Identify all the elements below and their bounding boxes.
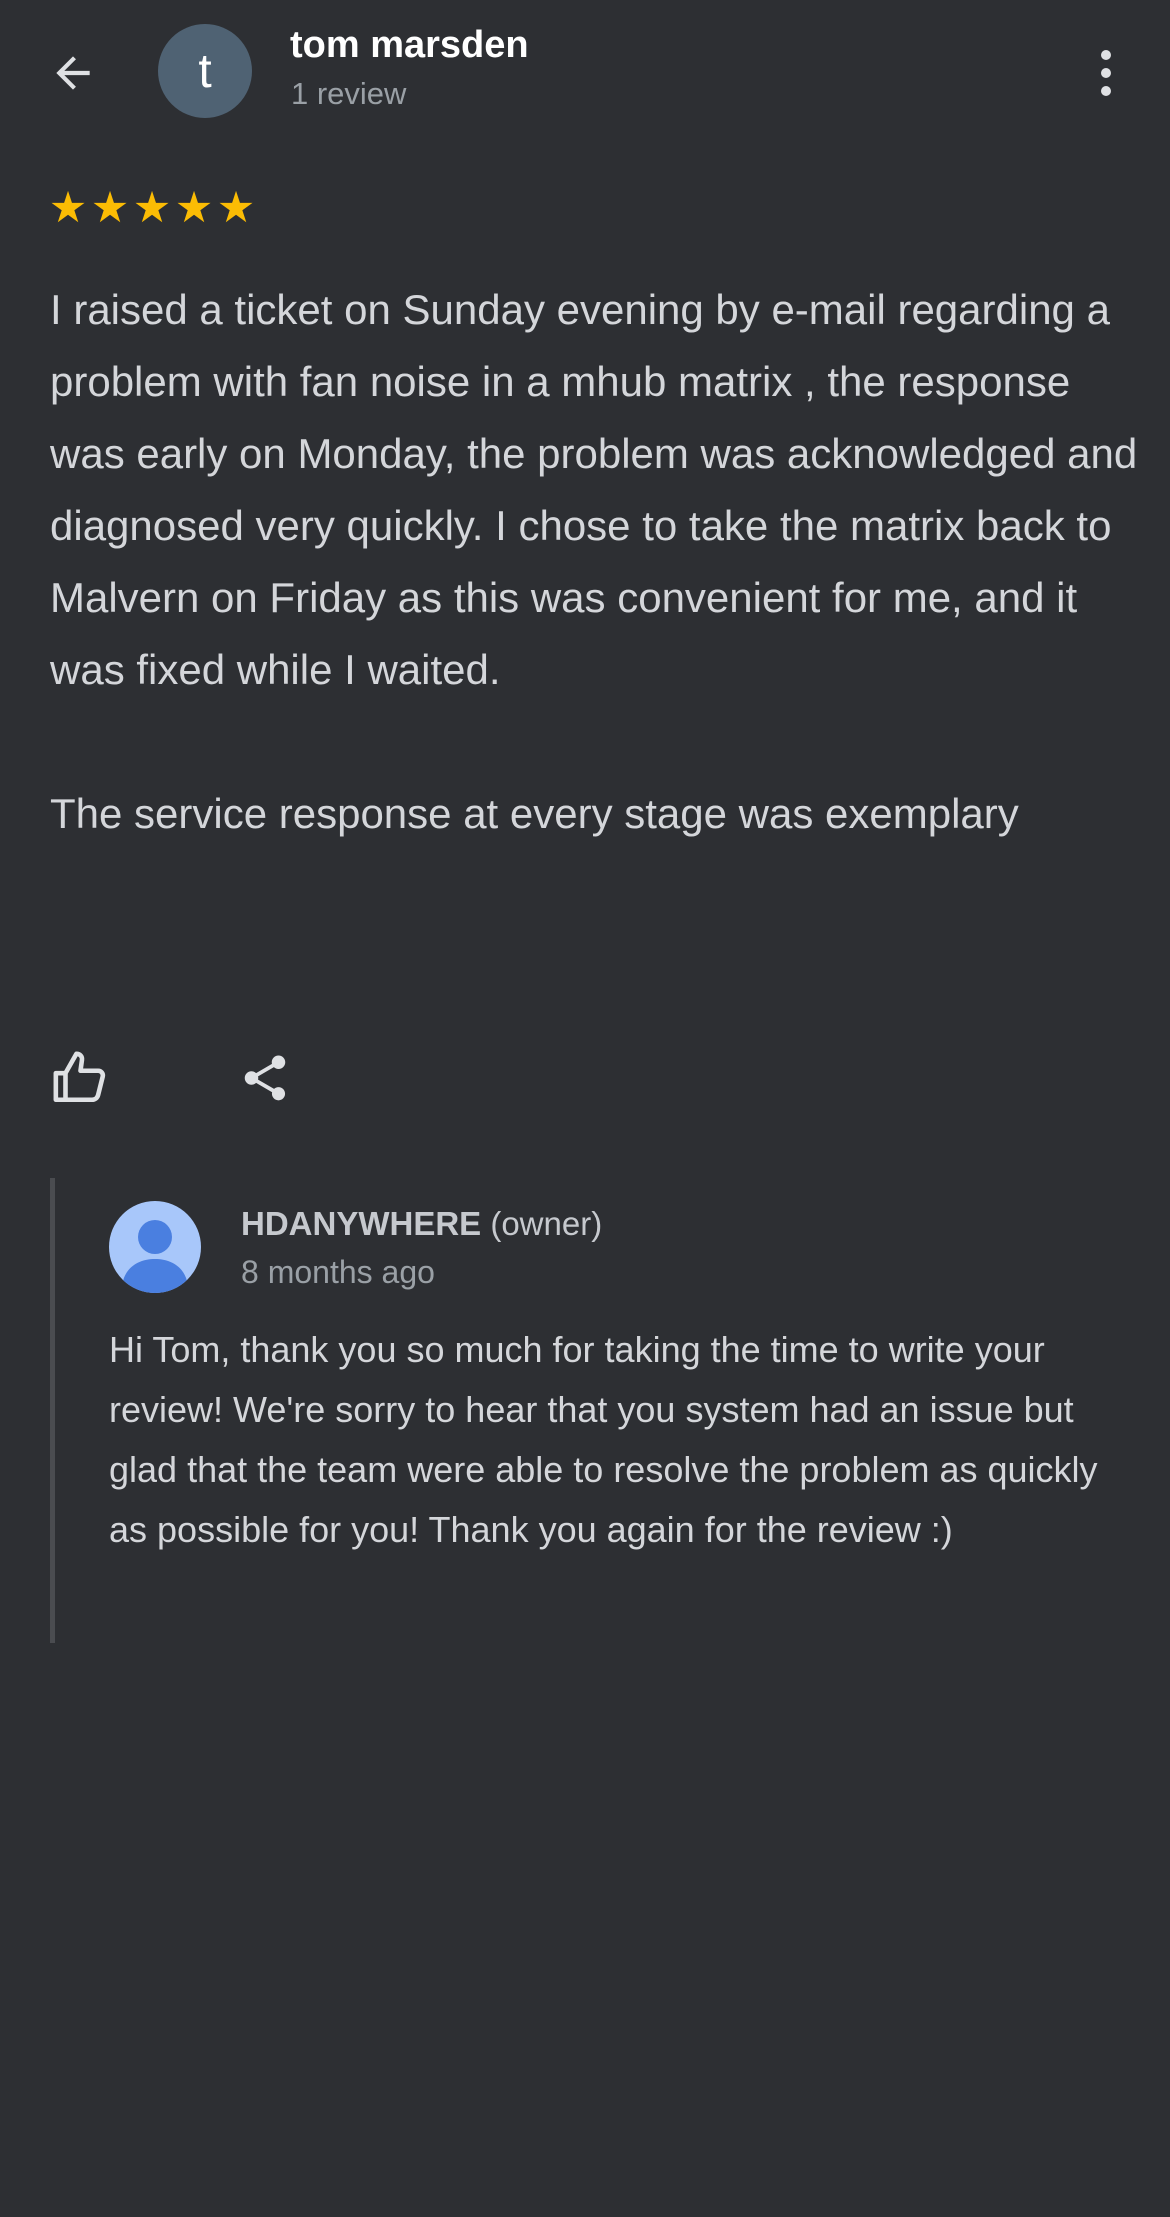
star-icon: ★ bbox=[216, 184, 256, 232]
reviewer-name[interactable]: tom marsden bbox=[290, 24, 529, 67]
owner-name-text: HDANYWHERE bbox=[241, 1205, 482, 1242]
review-header: t tom marsden 1 review bbox=[0, 0, 1170, 140]
thumb-up-icon bbox=[53, 1051, 106, 1103]
arrow-left-icon bbox=[56, 56, 90, 90]
review-actions bbox=[50, 1048, 295, 1108]
star-icon: ★ bbox=[132, 184, 172, 232]
owner-reply-text: Hi Tom, thank you so much for taking the… bbox=[109, 1329, 1098, 1550]
more-options-button[interactable] bbox=[1086, 38, 1126, 108]
owner-role: (owner) bbox=[490, 1205, 603, 1242]
star-icon: ★ bbox=[174, 184, 214, 232]
share-button[interactable] bbox=[235, 1048, 295, 1108]
owner-reply: HDANYWHERE (owner) 8 months ago Hi Tom, … bbox=[50, 1178, 1135, 1643]
star-icon: ★ bbox=[90, 184, 130, 232]
owner-name: HDANYWHERE (owner) bbox=[241, 1205, 602, 1243]
star-rating: ★ ★ ★ ★ ★ bbox=[47, 186, 257, 230]
reviewer-avatar[interactable]: t bbox=[158, 24, 252, 118]
owner-avatar bbox=[109, 1201, 201, 1293]
share-icon bbox=[244, 1055, 286, 1101]
review-count: 1 review bbox=[291, 76, 407, 111]
more-vert-icon bbox=[1101, 50, 1111, 60]
person-icon bbox=[123, 1220, 187, 1293]
review-text: I raised a ticket on Sunday evening by e… bbox=[50, 286, 1138, 837]
avatar-letter: t bbox=[198, 44, 212, 98]
like-button[interactable] bbox=[50, 1048, 110, 1108]
owner-reply-time: 8 months ago bbox=[241, 1254, 435, 1290]
star-icon: ★ bbox=[48, 184, 88, 232]
back-button[interactable] bbox=[48, 38, 128, 108]
